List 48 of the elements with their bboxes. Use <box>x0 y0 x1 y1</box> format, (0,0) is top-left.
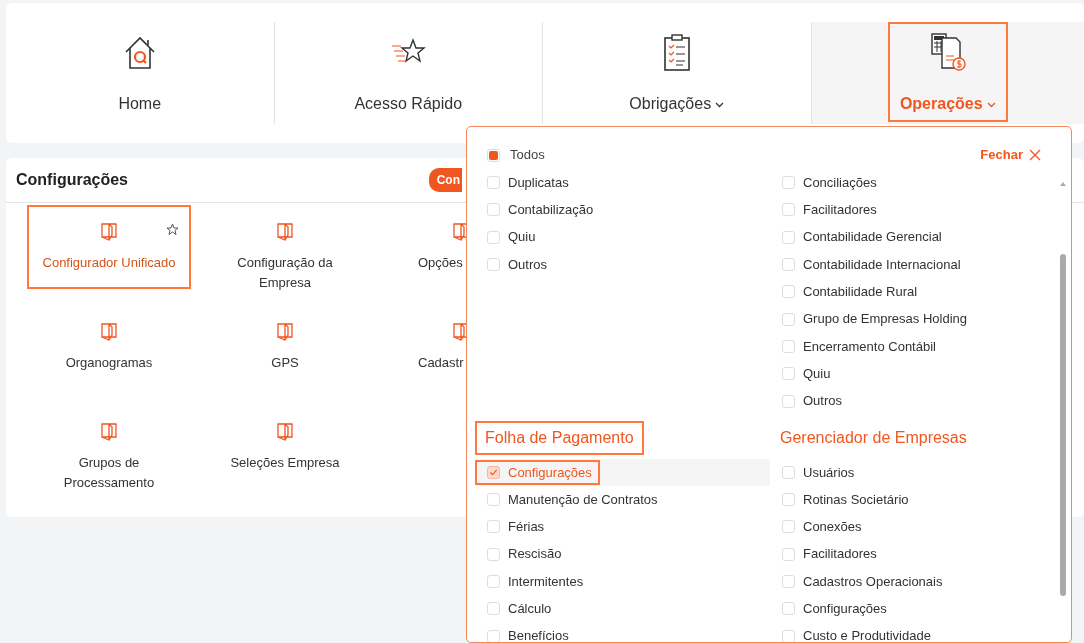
checkbox-option[interactable]: Contabilidade Gerencial <box>770 224 950 250</box>
checkbox-option[interactable]: Intermitentes <box>475 568 592 595</box>
menu-item[interactable]: Configuração da Empresa <box>203 205 367 289</box>
nav-tab[interactable]: Obrigações <box>617 22 737 122</box>
panel-title: Configurações <box>16 170 128 190</box>
checkbox-option[interactable]: Férias <box>475 514 553 540</box>
checkbox-option[interactable]: Facilitadores <box>770 541 885 567</box>
checkbox-option[interactable]: Rotinas Societário <box>770 486 917 513</box>
door-icon <box>101 323 117 341</box>
door-icon <box>101 423 117 441</box>
star-icon[interactable] <box>166 223 179 236</box>
nav-tab[interactable]: Acesso Rápido <box>342 22 475 122</box>
checkbox-option[interactable]: Duplicatas <box>475 169 577 196</box>
checkbox-option[interactable]: Encerramento Contábil <box>770 333 944 360</box>
checkbox-option[interactable]: Conciliações <box>770 169 885 196</box>
checkbox-option[interactable]: Contabilidade Internacional <box>770 251 969 278</box>
menu-item[interactable]: Seleções Empresa <box>203 405 367 489</box>
checkbox-option[interactable]: Contabilidade Rural <box>770 279 926 305</box>
checkbox-option[interactable]: Conexões <box>770 514 870 540</box>
check-icon <box>489 467 498 477</box>
checkbox-option[interactable]: Custo e Produtividade <box>770 623 939 642</box>
menu-item[interactable]: GPS <box>203 305 367 389</box>
close-icon <box>1029 149 1041 161</box>
checkbox-option[interactable]: Outros <box>475 251 555 278</box>
nav-tab[interactable]: Home <box>105 22 174 122</box>
checkbox-option[interactable]: Rescisão <box>475 541 570 567</box>
door-icon <box>277 323 293 341</box>
checkbox-option[interactable]: Usuários <box>770 459 863 486</box>
checkbox-option[interactable]: Cadastros Operacionais <box>770 568 951 595</box>
door-icon <box>101 223 117 241</box>
checkbox-option[interactable]: Contabilização <box>475 197 602 223</box>
checkbox-option[interactable]: Grupo de Empresas Holding <box>770 306 976 332</box>
checkbox-option[interactable]: Cálculo <box>475 596 560 622</box>
checkbox-option[interactable]: Outros <box>770 388 850 414</box>
menu-item[interactable]: Organogramas <box>27 305 191 389</box>
checkbox-option[interactable]: Facilitadores <box>770 197 885 223</box>
menu-item[interactable]: Grupos de Processamento <box>27 405 191 489</box>
checkbox-option[interactable]: Quiu <box>475 224 544 250</box>
section-heading: Folha de Pagamento <box>475 420 644 455</box>
all-option[interactable]: Todos <box>487 145 545 165</box>
checkbox-option[interactable]: Configurações <box>770 596 895 622</box>
door-icon <box>277 423 293 441</box>
checkbox-option[interactable]: Benefícios <box>475 623 577 642</box>
door-icon <box>277 223 293 241</box>
checkbox-option[interactable]: Manutenção de Contratos <box>475 486 666 513</box>
checkbox-option[interactable]: Quiu <box>770 360 839 387</box>
menu-item[interactable]: Configurador Unificado <box>27 205 191 289</box>
section-heading: Gerenciador de Empresas <box>779 427 968 448</box>
